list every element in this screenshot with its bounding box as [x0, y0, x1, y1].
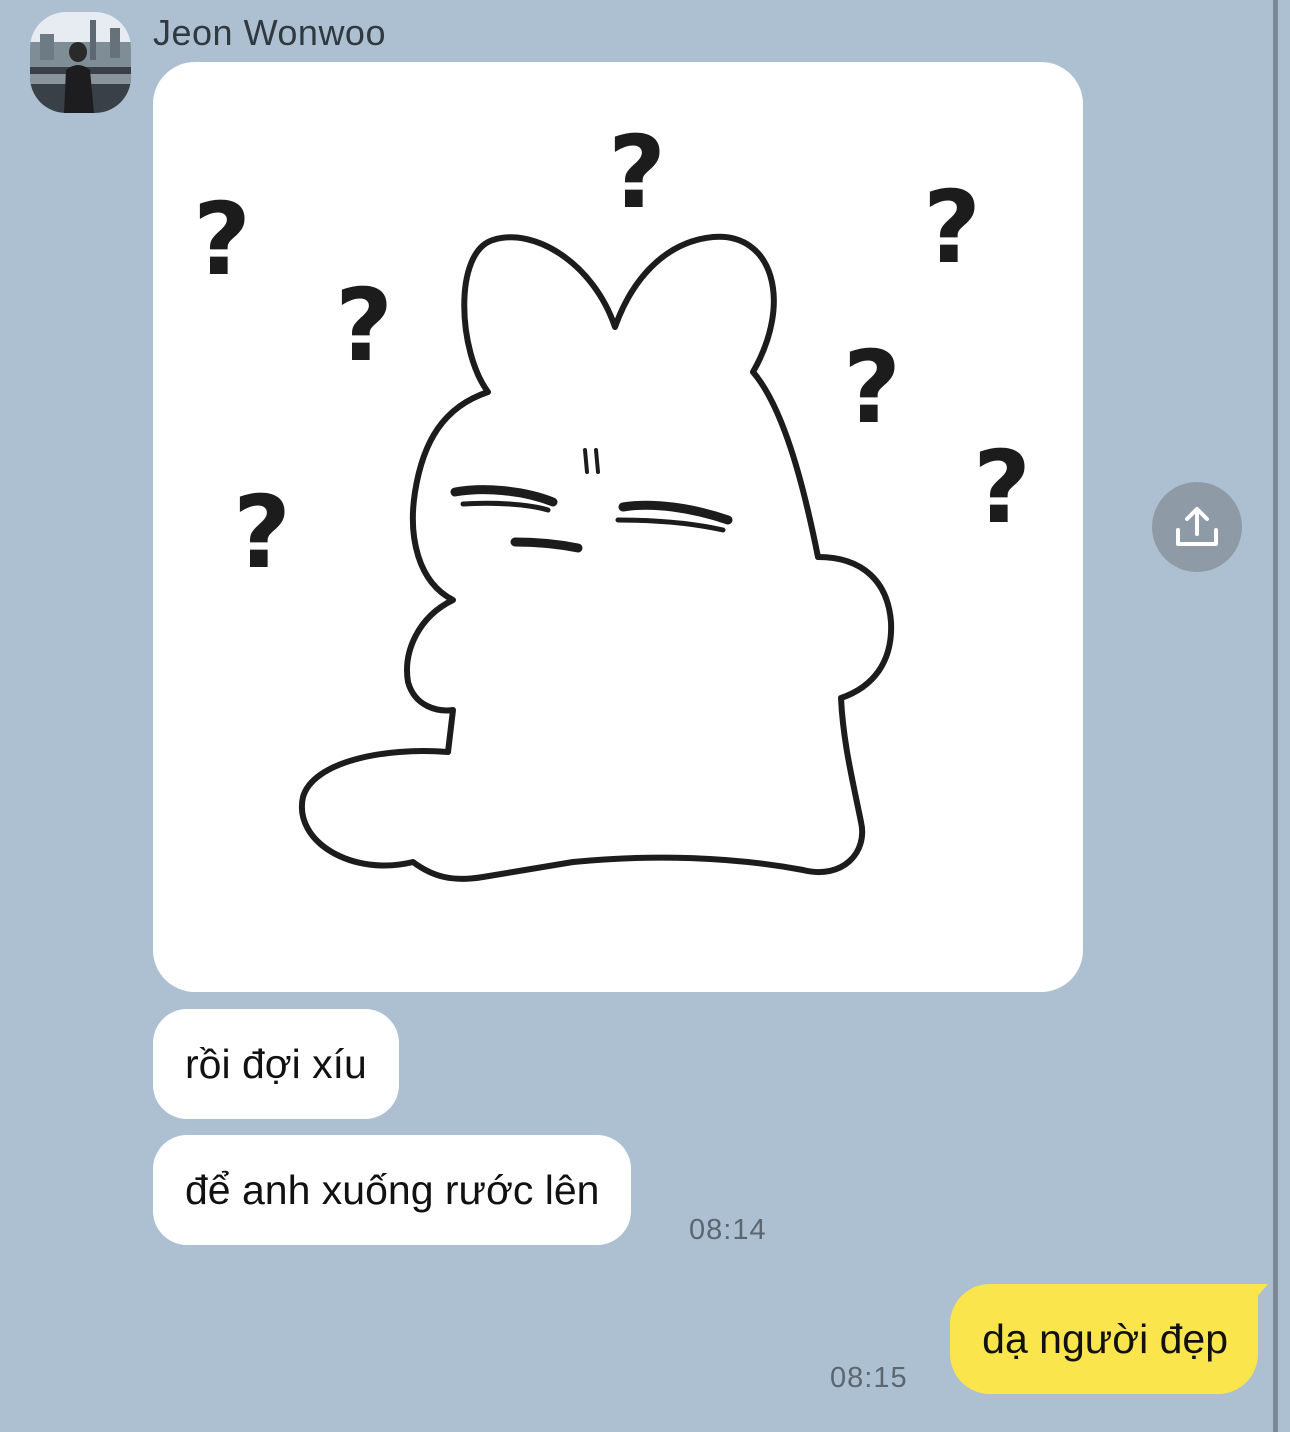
avatar-photo [30, 12, 131, 113]
svg-text:?: ? [335, 267, 393, 384]
message-timestamp: 08:14 [689, 1214, 767, 1246]
incoming-message[interactable]: rồi đợi xíu [153, 1009, 399, 1119]
outgoing-message[interactable]: dạ người đẹp [950, 1284, 1258, 1394]
svg-text:?: ? [843, 329, 901, 446]
sender-name: Jeon Wonwoo [153, 12, 386, 53]
avatar[interactable] [30, 12, 131, 113]
incoming-message[interactable]: để anh xuống rước lên [153, 1135, 632, 1245]
svg-text:?: ? [608, 114, 666, 231]
svg-text:?: ? [233, 474, 291, 591]
scrollbar[interactable] [1273, 0, 1278, 1432]
svg-text:?: ? [923, 169, 981, 286]
svg-text:?: ? [973, 429, 1031, 546]
share-button[interactable] [1152, 482, 1242, 572]
svg-text:?: ? [193, 181, 251, 298]
confused-bunny-sticker: ? ? ? ? ? ? ? [193, 114, 1031, 882]
message-timestamp: 08:15 [830, 1362, 908, 1394]
share-upload-icon [1176, 507, 1218, 546]
sticker-message[interactable]: ? ? ? ? ? ? ? [153, 62, 1083, 992]
chat-screen: Jeon Wonwoo ? ? ? ? ? ? ? rồi đợi xíu để… [0, 0, 1290, 1432]
